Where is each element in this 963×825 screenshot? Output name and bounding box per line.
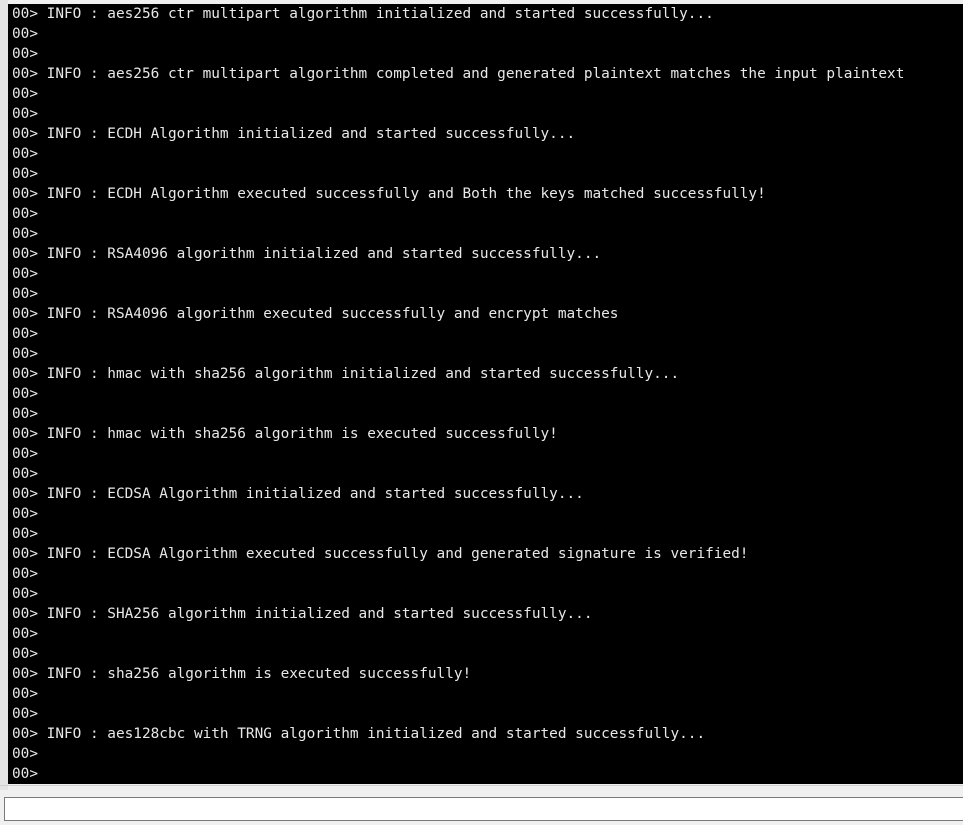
console-line: 00>	[12, 146, 38, 162]
console-line: 00>	[12, 206, 38, 222]
console-line: 00> INFO : hmac with sha256 algorithm is…	[12, 426, 558, 442]
console-line: 00> INFO : aes256 ctr multipart algorith…	[12, 66, 905, 82]
console-line: 00>	[12, 346, 38, 362]
console-line: 00>	[12, 166, 38, 182]
console-line: 00> INFO : aes256 ctr multipart algorith…	[12, 6, 714, 22]
console-line: 00>	[12, 506, 38, 522]
console-line: 00> INFO : ECDSA Algorithm initialized a…	[12, 486, 584, 502]
console-line: 00>	[12, 466, 38, 482]
console-line: 00>	[12, 646, 38, 662]
console-line: 00> INFO : ECDH Algorithm executed succe…	[12, 186, 766, 202]
console-line: 00>	[12, 46, 38, 62]
terminal-window: 00> INFO : aes256 ctr multipart algorith…	[0, 0, 963, 825]
console-line: 00>	[12, 586, 38, 602]
console-line: 00> INFO : ECDSA Algorithm executed succ…	[12, 546, 749, 562]
console-line: 00> INFO : aes128cbc with TRNG algorithm…	[12, 726, 706, 742]
console-line: 00> INFO : SHA256 algorithm initialized …	[12, 606, 593, 622]
console-line: 00> INFO : ECDH Algorithm initialized an…	[12, 126, 576, 142]
console-line: 00> INFO : hmac with sha256 algorithm in…	[12, 366, 680, 382]
console-line: 00>	[12, 706, 38, 722]
console-line: 00> INFO : RSA4096 algorithm initialized…	[12, 246, 602, 262]
console-lines: 00> INFO : aes256 ctr multipart algorith…	[12, 4, 963, 784]
console-line: 00>	[12, 566, 38, 582]
left-gutter	[0, 0, 8, 790]
console-output[interactable]: 00> INFO : aes256 ctr multipart algorith…	[8, 4, 963, 784]
command-input[interactable]	[4, 797, 963, 821]
console-line: 00>	[12, 686, 38, 702]
console-line: 00>	[12, 386, 38, 402]
console-line: 00>	[12, 446, 38, 462]
console-line: 00>	[12, 406, 38, 422]
console-line: 00>	[12, 326, 38, 342]
console-line: 00>	[12, 286, 38, 302]
console-line: 00>	[12, 526, 38, 542]
console-line: 00>	[12, 766, 38, 782]
console-line: 00>	[12, 86, 38, 102]
console-line: 00>	[12, 226, 38, 242]
console-line: 00>	[12, 266, 38, 282]
divider	[0, 785, 963, 786]
console-line: 00>	[12, 746, 38, 762]
console-line: 00> INFO : sha256 algorithm is executed …	[12, 666, 472, 682]
console-line: 00> INFO : RSA4096 algorithm executed su…	[12, 306, 619, 322]
console-line: 00>	[12, 26, 38, 42]
console-line: 00>	[12, 106, 38, 122]
console-line: 00>	[12, 626, 38, 642]
